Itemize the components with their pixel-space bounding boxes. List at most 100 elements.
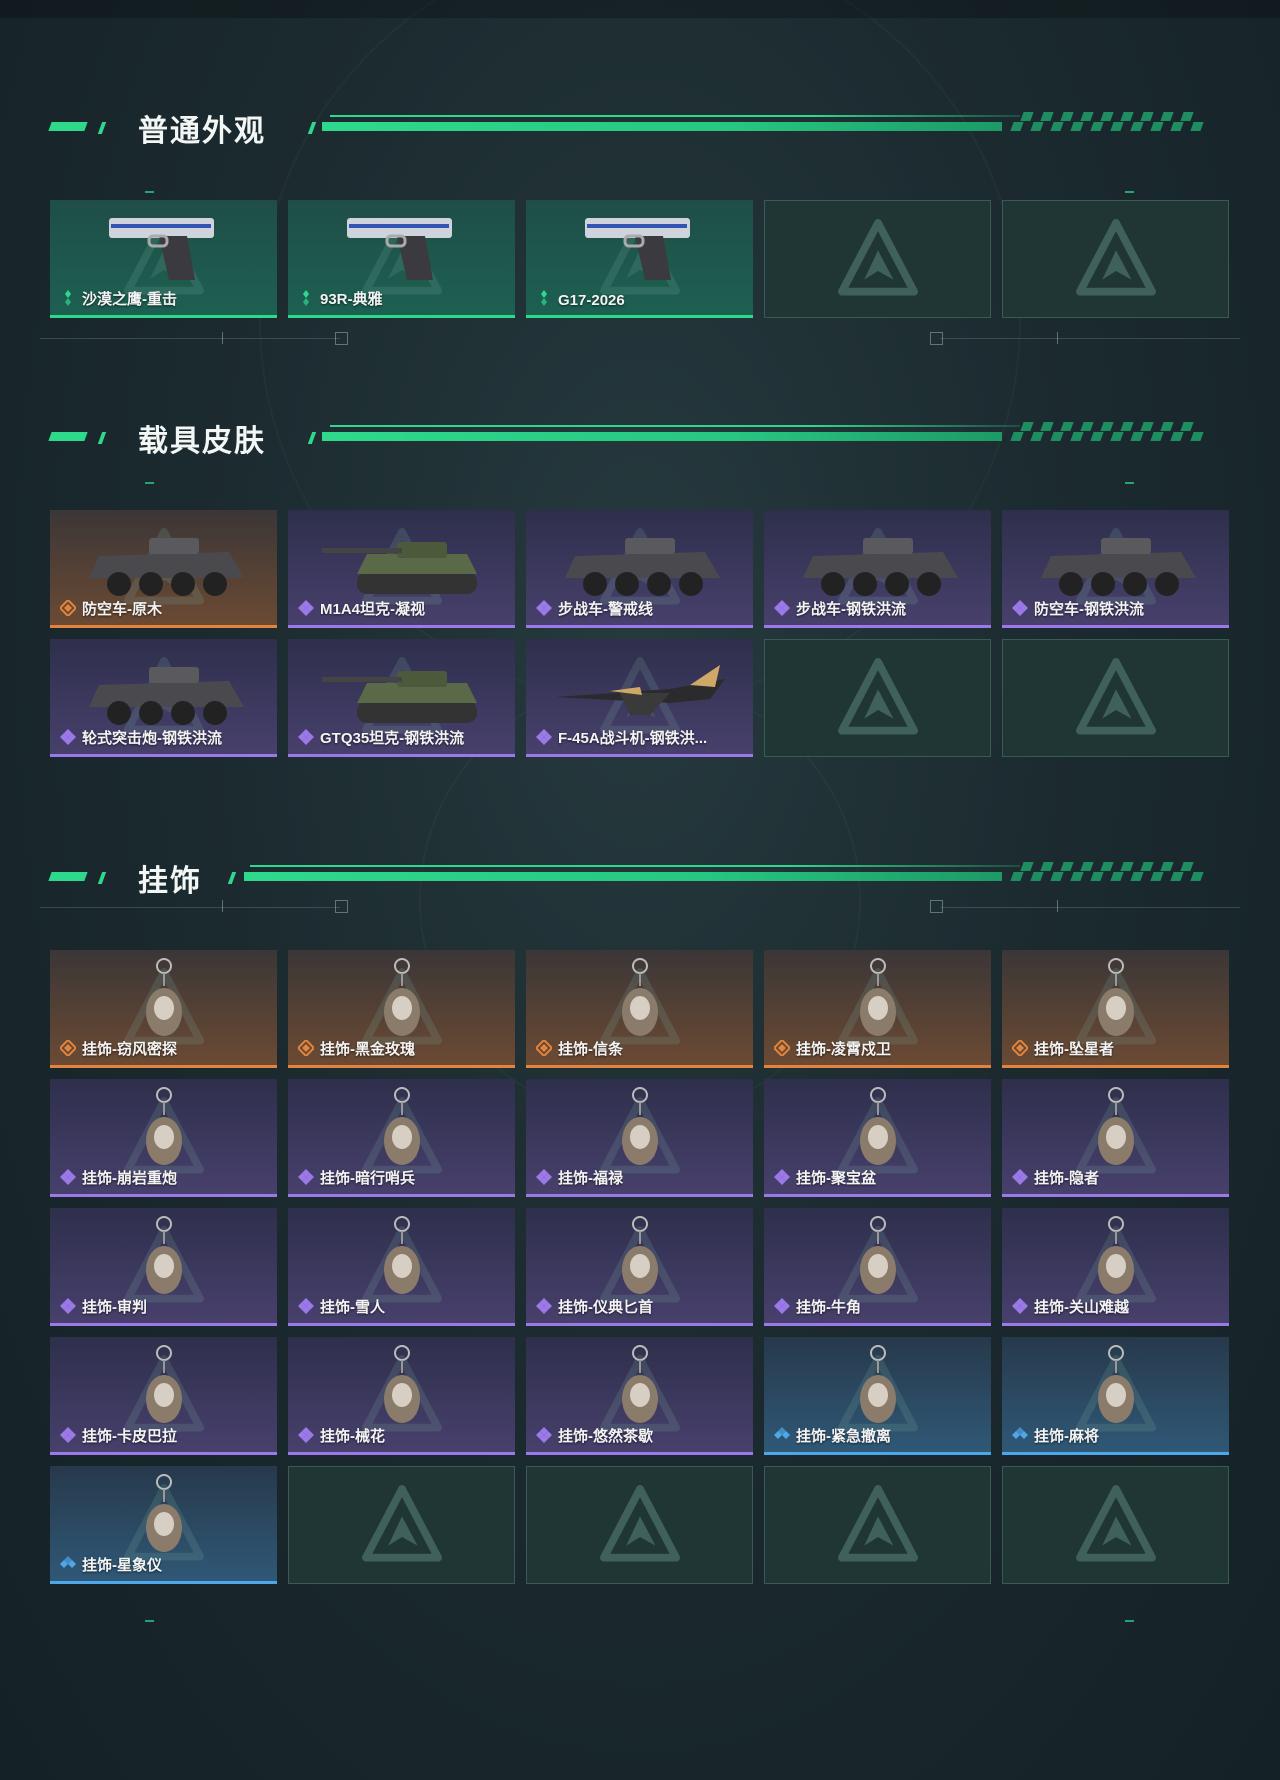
rarity-purple-icon [536, 1169, 552, 1185]
rarity-purple-icon [298, 1169, 314, 1185]
item-name: 挂饰-凌霄戍卫 [796, 1041, 891, 1058]
rarity-purple-icon [60, 1427, 76, 1443]
header-dash [97, 872, 107, 884]
charm-icon [621, 958, 658, 1036]
item-card[interactable]: 挂饰-信条 [526, 950, 753, 1068]
ifv-icon [564, 538, 720, 596]
item-card[interactable]: M1A4坦克-凝视 [288, 510, 515, 628]
item-name: 挂饰-崩岩重炮 [82, 1170, 177, 1187]
item-name: F-45A战斗机-钢铁洪... [558, 730, 708, 747]
item-card[interactable]: 挂饰-隐者 [1002, 1079, 1229, 1197]
item-card[interactable]: 挂饰-暗行哨兵 [288, 1079, 515, 1197]
item-name: 挂饰-械花 [320, 1428, 385, 1445]
header-thin-line [330, 115, 1020, 117]
item-name: 挂饰-隐者 [1034, 1170, 1099, 1187]
item-card[interactable]: 防空车-钢铁洪流 [1002, 510, 1229, 628]
deco-mark [1125, 482, 1134, 484]
rarity-purple-icon [298, 600, 314, 616]
item-card[interactable]: 挂饰-麻将 [1002, 1337, 1229, 1455]
header-dash [48, 432, 88, 441]
item-name: 挂饰-雪人 [320, 1299, 385, 1316]
item-card[interactable]: 防空车-原木 [50, 510, 277, 628]
item-card[interactable]: 挂饰-仪典匕首 [526, 1208, 753, 1326]
item-card[interactable]: 挂饰-窃风密探 [50, 950, 277, 1068]
section-header-weapons: 普通外观 [0, 98, 1280, 158]
item-card[interactable]: 挂饰-卡皮巴拉 [50, 1337, 277, 1455]
item-card[interactable]: 步战车-警戒线 [526, 510, 753, 628]
item-name: 挂饰-福禄 [558, 1170, 623, 1187]
header-dash [97, 122, 107, 134]
item-name: 挂饰-审判 [82, 1299, 147, 1316]
charm-icon [859, 1087, 896, 1165]
deco-mark [145, 1620, 154, 1622]
item-name: 挂饰-信条 [558, 1041, 623, 1058]
item-card[interactable]: F-45A战斗机-钢铁洪... [526, 639, 753, 757]
header-dash [307, 122, 317, 134]
item-card[interactable]: 挂饰-雪人 [288, 1208, 515, 1326]
item-card[interactable]: 挂饰-关山难越 [1002, 1208, 1229, 1326]
item-card[interactable]: 挂饰-紧急撤离 [764, 1337, 991, 1455]
deco-line [940, 907, 1240, 908]
rarity-purple-icon [536, 1427, 552, 1443]
rarity-purple-icon [60, 1169, 76, 1185]
deco-line [40, 338, 340, 339]
deco-mark [145, 482, 154, 484]
charm-icon [1097, 1216, 1134, 1294]
charm-icon [383, 958, 420, 1036]
deco-square [335, 900, 348, 913]
item-card[interactable]: 93R-典雅 [288, 200, 515, 318]
item-card[interactable]: 轮式突击炮-钢铁洪流 [50, 639, 277, 757]
item-card[interactable]: 挂饰-悠然茶歇 [526, 1337, 753, 1455]
item-card[interactable]: 挂饰-坠星者 [1002, 950, 1229, 1068]
item-name: 挂饰-暗行哨兵 [320, 1170, 415, 1187]
item-name: 步战车-警戒线 [558, 601, 653, 618]
item-card[interactable]: 挂饰-牛角 [764, 1208, 991, 1326]
item-card[interactable]: G17-2026 [526, 200, 753, 318]
item-card[interactable]: 挂饰-聚宝盆 [764, 1079, 991, 1197]
rarity-purple-icon [298, 1427, 314, 1443]
item-card[interactable]: 步战车-钢铁洪流 [764, 510, 991, 628]
charm-icon [383, 1216, 420, 1294]
deco-mark [1125, 1620, 1134, 1622]
rarity-purple-icon [60, 729, 76, 745]
item-name: G17-2026 [558, 292, 625, 309]
empty-slot [1002, 639, 1229, 757]
item-card[interactable]: 挂饰-械花 [288, 1337, 515, 1455]
rarity-blue-icon [60, 1556, 76, 1568]
item-card[interactable]: 沙漠之鹰-重击 [50, 200, 277, 318]
item-name: 挂饰-悠然茶歇 [558, 1428, 653, 1445]
weapons-grid: 沙漠之鹰-重击 93R-典雅 G17-2026 [50, 200, 1229, 318]
item-card[interactable]: 挂饰-黑金玫瑰 [288, 950, 515, 1068]
logo-watermark-icon [1075, 1485, 1156, 1562]
logo-watermark-icon [1075, 219, 1156, 296]
rarity-orange-icon [60, 600, 76, 616]
item-name: 挂饰-坠星者 [1034, 1041, 1114, 1058]
rarity-green-icon [303, 290, 309, 306]
deco-tick [1057, 900, 1058, 912]
rarity-purple-icon [298, 729, 314, 745]
item-card[interactable]: 挂饰-星象仪 [50, 1466, 277, 1584]
item-card[interactable]: 挂饰-凌霄戍卫 [764, 950, 991, 1068]
item-card[interactable]: GTQ35坦克-钢铁洪流 [288, 639, 515, 757]
charm-icon [145, 1345, 182, 1423]
header-dash [227, 872, 237, 884]
item-name: 挂饰-牛角 [796, 1299, 861, 1316]
rarity-purple-icon [774, 1169, 790, 1185]
item-card[interactable]: 挂饰-福禄 [526, 1079, 753, 1197]
charm-icon [145, 1087, 182, 1165]
deco-mark [1125, 191, 1134, 193]
tank-icon [321, 542, 477, 594]
rarity-purple-icon [536, 600, 552, 616]
charm-icon [383, 1087, 420, 1165]
ifv-icon [802, 538, 958, 596]
rarity-green-icon [65, 290, 71, 306]
empty-slot [526, 1466, 753, 1584]
item-name: 挂饰-窃风密探 [82, 1041, 177, 1058]
item-card[interactable]: 挂饰-审判 [50, 1208, 277, 1326]
rarity-orange-icon [60, 1040, 76, 1056]
rarity-purple-icon [60, 1298, 76, 1314]
empty-slot [764, 1466, 991, 1584]
tank-icon [321, 671, 477, 723]
desert-eagle-pistol-icon [108, 218, 214, 280]
item-card[interactable]: 挂饰-崩岩重炮 [50, 1079, 277, 1197]
